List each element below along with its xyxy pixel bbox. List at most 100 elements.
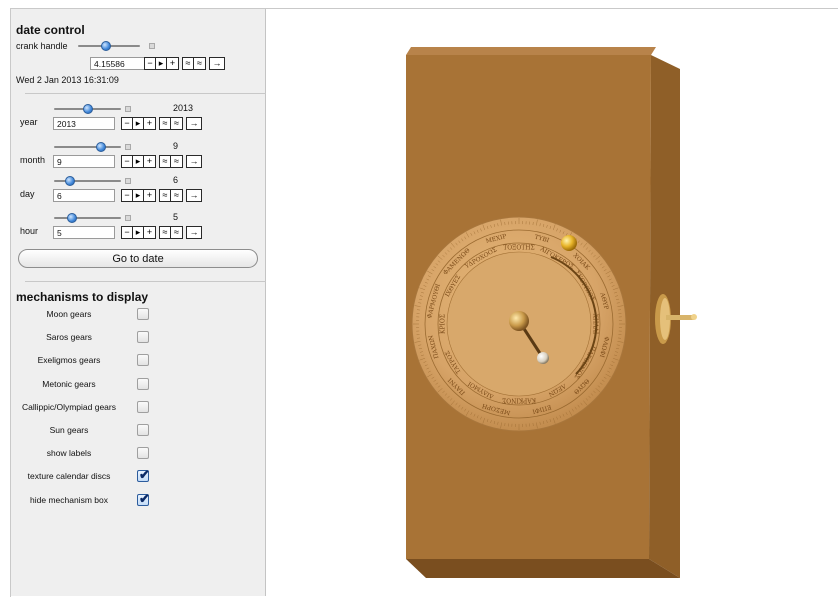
increment-button[interactable]: + [144,190,155,201]
day-slider[interactable] [54,176,121,186]
faster-button[interactable]: ≈ [160,227,171,238]
dial-label: ΚΡΙΟΣ [440,314,447,334]
decrement-button[interactable]: − [122,190,133,201]
hour-direction-group: → [186,226,202,239]
month-speed-group: ≈≈ [159,155,183,168]
day-input[interactable]: 6 [53,189,115,202]
increment-button[interactable]: + [167,58,178,69]
slower-button[interactable]: ≈ [171,118,182,129]
hour-speed-group: ≈≈ [159,226,183,239]
slider-track [54,217,121,219]
direction-button[interactable]: → [187,118,201,129]
year-step-group: −▸+ [121,117,156,130]
date-control-title: date control [16,23,85,37]
direction-button[interactable]: → [210,58,224,69]
hour-slider[interactable] [54,213,121,223]
crank-step-group: −▸+ [144,57,179,70]
decrement-button[interactable]: − [122,118,133,129]
month-value: 9 [173,141,178,151]
month-slider[interactable] [54,142,121,152]
slider-thumb[interactable] [67,213,77,223]
3d-viewport[interactable]: ΜΕΧΙΡΤΥΒΙΧΟΙΑΚΑΘΥΡΦΑΩΦΙΘΩΥΘΕΠΙΦΙΜΕΣΟΡΗΠΑ… [266,9,838,596]
slider-thumb[interactable] [101,41,111,51]
day-controls: −▸+ ≈≈ → [121,189,202,202]
slower-button[interactable]: ≈ [171,227,182,238]
divider [25,93,269,94]
mechanism-label: Moon gears [9,309,129,319]
direction-button[interactable]: → [187,227,201,238]
mechanism-checkbox[interactable] [137,401,149,413]
faster-button[interactable]: ≈ [183,58,194,69]
increment-button[interactable]: + [144,156,155,167]
crank-handle-input[interactable]: 4.15586 [90,57,148,70]
month-input[interactable]: 9 [53,155,115,168]
calendar-dial: ΜΕΧΙΡΤΥΒΙΧΟΙΑΚΑΘΥΡΦΑΩΦΙΘΩΥΘΕΠΙΦΙΜΕΣΟΡΗΠΑ… [412,217,626,431]
play-button[interactable]: ▸ [133,227,144,238]
crank-handle-label: crank handle [16,41,68,51]
decrement-button[interactable]: − [122,227,133,238]
year-input[interactable]: 2013 [53,117,115,130]
slower-button[interactable]: ≈ [171,190,182,201]
mechanism-checkbox[interactable] [137,378,149,390]
expand-icon[interactable] [125,144,131,150]
mechanism-checkbox[interactable] [137,447,149,459]
day-step-group: −▸+ [121,189,156,202]
mechanism-checkbox[interactable] [137,331,149,343]
direction-button[interactable]: → [187,190,201,201]
faster-button[interactable]: ≈ [160,190,171,201]
slower-button[interactable]: ≈ [194,58,205,69]
slider-track [54,180,121,182]
crank-speed-group: ≈≈ [182,57,206,70]
slider-thumb[interactable] [83,104,93,114]
hour-step-group: −▸+ [121,226,156,239]
year-label: year [20,117,38,127]
decrement-button[interactable]: − [145,58,156,69]
center-hub [509,311,529,331]
day-value: 6 [173,175,178,185]
hour-input[interactable]: 5 [53,226,115,239]
control-panel: date control crank handle 4.15586 −▸+≈≈→… [11,9,266,596]
expand-icon[interactable] [149,43,155,49]
faster-button[interactable]: ≈ [160,118,171,129]
slower-button[interactable]: ≈ [171,156,182,167]
expand-icon[interactable] [125,178,131,184]
mechanism-label: Sun gears [9,425,129,435]
crank-controls: −▸+≈≈→ [144,57,225,70]
mechanism-checkbox[interactable] [137,424,149,436]
increment-button[interactable]: + [144,227,155,238]
mechanism-label: texture calendar discs [9,471,129,481]
go-to-date-button[interactable]: Go to date [18,249,258,268]
month-direction-group: → [186,155,202,168]
play-button[interactable]: ▸ [133,190,144,201]
mechanism-checkbox[interactable]: ✔ [137,494,149,506]
mechanism-checkbox[interactable] [137,354,149,366]
increment-button[interactable]: + [144,118,155,129]
year-slider[interactable] [54,104,121,114]
month-step-group: −▸+ [121,155,156,168]
box-bottom [406,559,680,578]
mechanism-label: hide mechanism box [9,495,129,505]
expand-icon[interactable] [125,106,131,112]
month-label: month [20,155,45,165]
mechanism-label: Metonic gears [9,379,129,389]
hour-value: 5 [173,212,178,222]
play-button[interactable]: ▸ [156,58,167,69]
mechanism-label: Saros gears [9,332,129,342]
slider-thumb[interactable] [96,142,106,152]
play-button[interactable]: ▸ [133,118,144,129]
direction-button[interactable]: → [187,156,201,167]
expand-icon[interactable] [125,215,131,221]
mechanism-checkbox[interactable]: ✔ [137,470,149,482]
slider-thumb[interactable] [65,176,75,186]
mechanism-checkbox[interactable] [137,308,149,320]
play-button[interactable]: ▸ [133,156,144,167]
current-datetime: Wed 2 Jan 2013 16:31:09 [16,75,119,85]
box-top [406,47,656,55]
sun-pointer-ball [561,235,577,251]
crank-handle-slider[interactable] [78,41,140,51]
faster-button[interactable]: ≈ [160,156,171,167]
mechanisms-title: mechanisms to display [16,290,148,304]
mechanism-label: Callippic/Olympiad gears [9,402,129,412]
day-label: day [20,189,35,199]
decrement-button[interactable]: − [122,156,133,167]
